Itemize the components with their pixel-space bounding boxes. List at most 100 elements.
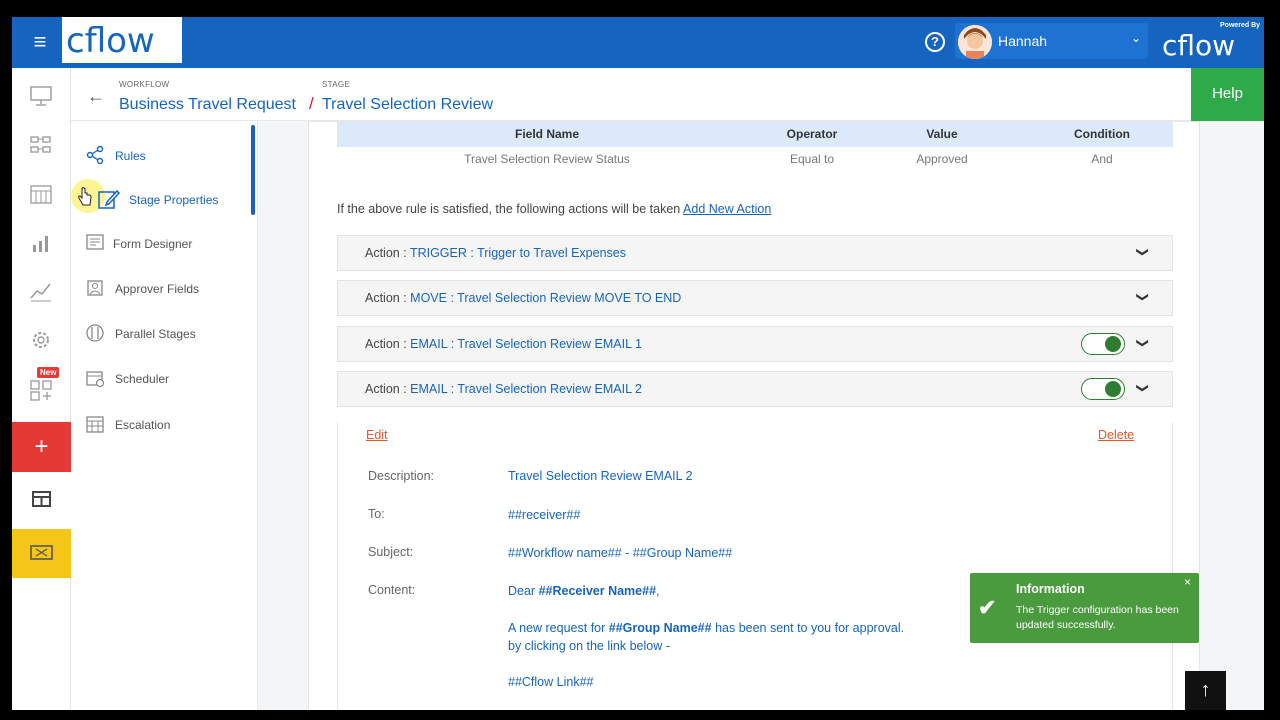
greeting-text: Dear (508, 584, 536, 598)
chevron-down-icon[interactable]: ❯ (1136, 292, 1150, 302)
gear-icon[interactable] (28, 327, 54, 353)
greeting-comma: , (656, 584, 660, 598)
action-prefix: Action : (365, 382, 407, 396)
action-label: Action : EMAIL : Travel Selection Review… (365, 382, 642, 396)
subject-value: ##Workflow name## - ##Group Name## (508, 546, 733, 560)
menu-item-label: Scheduler (115, 372, 170, 386)
delete-link[interactable]: Delete (1098, 428, 1134, 442)
action-prefix: Action : (365, 291, 407, 305)
action-accordion[interactable]: Action : MOVE : Travel Selection Review … (337, 280, 1173, 316)
content-label: Content: (368, 583, 416, 597)
line-chart-icon[interactable] (28, 278, 54, 304)
action-label: Action : EMAIL : Travel Selection Review… (365, 337, 642, 351)
action-enabled-toggle[interactable] (1081, 333, 1125, 355)
menu-item-label: Parallel Stages (115, 327, 196, 341)
column-header: Condition (1074, 127, 1130, 141)
content-line-1: A new request for ##Group Name## has bee… (508, 621, 904, 635)
toggle-knob (1105, 381, 1121, 397)
calendar-icon[interactable] (28, 181, 54, 207)
workflow-label: WORKFLOW (119, 80, 170, 89)
rule-table-header: Field Name Operator Value Condition (337, 122, 1173, 147)
brand-logo-text: cflow (66, 21, 155, 60)
chevron-down-icon[interactable]: ❯ (1136, 338, 1150, 348)
hand-cursor-icon (78, 187, 92, 206)
monitor-icon[interactable] (28, 83, 54, 109)
content-line-1-text: A new request for (508, 621, 606, 635)
question-circle-icon[interactable]: ? (925, 32, 945, 52)
bar-chart-icon[interactable] (28, 230, 54, 256)
edit-link[interactable]: Edit (366, 428, 388, 442)
user-name: Hannah (998, 33, 1048, 49)
breadcrumb: ← WORKFLOW Business Travel Request / STA… (71, 68, 1264, 121)
add-new-action-link[interactable]: Add New Action (683, 202, 771, 216)
actions-intro-text: If the above rule is satisfied, the foll… (337, 202, 681, 216)
description-label: Description: (368, 469, 434, 483)
action-accordion[interactable]: Action : EMAIL : Travel Selection Review… (337, 326, 1173, 362)
menu-item-parallel-stages[interactable]: Parallel Stages (71, 317, 251, 351)
to-label: To: (368, 507, 385, 521)
menu-item-label: Approver Fields (115, 282, 200, 296)
menu-item-approver-fields[interactable]: Approver Fields (71, 272, 251, 306)
content-line-2: by clicking on the link below - (508, 639, 670, 653)
edit-icon (97, 187, 121, 211)
add-icon[interactable]: + (12, 422, 71, 472)
chevron-down-icon: ⌄ (1131, 31, 1142, 45)
menu-item-form-designer[interactable]: Form Designer (71, 227, 251, 261)
brand-logo-right-text: cflow (1162, 29, 1235, 59)
workflow-icon[interactable] (28, 132, 54, 158)
chevron-down-icon[interactable]: ❯ (1136, 247, 1150, 257)
help-button[interactable]: Help (1191, 68, 1264, 121)
column-header: Operator (786, 127, 838, 141)
action-title: EMAIL : Travel Selection Review EMAIL 2 (410, 382, 642, 396)
content-line-1-rest: has been sent to you for approval. (715, 621, 905, 635)
menu-item-label: Stage Properties (129, 193, 219, 207)
action-title: MOVE : Travel Selection Review MOVE TO E… (410, 291, 682, 305)
toast-message: The Trigger configuration has been updat… (1016, 604, 1179, 631)
action-accordion[interactable]: Action : TRIGGER : Trigger to Travel Exp… (337, 235, 1173, 271)
menu-item-rules[interactable]: Rules (71, 139, 251, 173)
user-menu[interactable]: Hannah ⌄ (955, 23, 1148, 59)
stage-side-menu: Rules Stage Properties Form Designer App… (71, 121, 258, 710)
action-prefix: Action : (365, 246, 407, 260)
action-label: Action : TRIGGER : Trigger to Travel Exp… (365, 246, 626, 260)
powered-by-label: Powered By (1220, 22, 1261, 29)
rule-operator: Equal to (789, 152, 835, 166)
back-arrow-icon[interactable]: ← (87, 86, 105, 107)
share-icon (85, 145, 105, 165)
action-enabled-toggle[interactable] (1081, 378, 1125, 400)
form-icon (85, 233, 105, 253)
action-accordion[interactable]: Action : EMAIL : Travel Selection Review… (337, 371, 1173, 407)
menu-item-stage-properties[interactable]: Stage Properties (71, 183, 251, 217)
brand-logo-right: cflow (1162, 29, 1258, 64)
menu-item-label: Rules (115, 149, 146, 163)
action-prefix: Action : (365, 337, 407, 351)
menu-item-scheduler[interactable]: Scheduler (71, 362, 251, 396)
to-value: ##receiver## (508, 508, 581, 522)
menu-item-label: Escalation (115, 418, 171, 432)
arrow-up-icon[interactable]: ↑ (1185, 671, 1226, 710)
table-icon[interactable] (12, 473, 71, 529)
content-link: ##Cflow Link## (508, 675, 594, 689)
close-icon[interactable]: × (1184, 575, 1191, 589)
apps-icon[interactable] (28, 377, 54, 403)
icon-rail: New + (12, 68, 71, 710)
toast-title: Information (1016, 582, 1085, 596)
content-line-1-variable: ##Group Name## (608, 621, 712, 635)
action-title: TRIGGER : Trigger to Travel Expenses (409, 246, 626, 260)
subject-label: Subject: (368, 545, 414, 559)
column-header: Value (926, 127, 958, 141)
approver-icon (85, 278, 105, 298)
rule-value: Approved (916, 152, 968, 166)
menu-item-label: Form Designer (113, 237, 193, 251)
parallel-icon (85, 323, 105, 343)
side-menu-scrollbar[interactable] (251, 125, 255, 215)
brand-logo[interactable]: cflow (62, 17, 182, 63)
workflow-title[interactable]: Business Travel Request (119, 96, 296, 114)
avatar (958, 25, 992, 59)
hamburger-icon[interactable]: ≡ (28, 30, 52, 54)
chevron-down-icon[interactable]: ❯ (1136, 383, 1150, 393)
menu-item-escalation[interactable]: Escalation (71, 408, 251, 442)
info-toast: ✔ Information The Trigger configuration … (970, 573, 1199, 643)
scheduler-icon (85, 368, 105, 388)
ticket-icon[interactable] (12, 529, 71, 578)
